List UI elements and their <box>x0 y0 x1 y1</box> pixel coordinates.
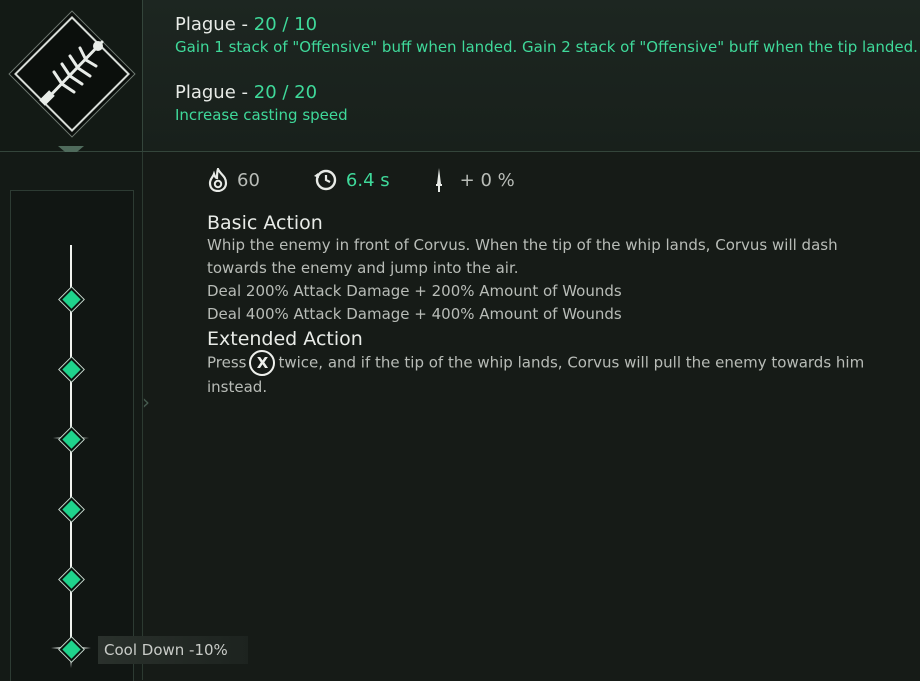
cooldown-clock-icon <box>313 169 337 191</box>
extended-action-press: Press <box>207 353 247 372</box>
skill-icon-frame[interactable] <box>0 0 143 151</box>
whip-icon <box>39 40 104 106</box>
skill-stats: 60 6.4 s + 0 % <box>207 166 515 194</box>
chevron-right-icon: › <box>142 390 150 414</box>
stat-dagger-value: + 0 % <box>459 169 515 191</box>
trait-1-level: 20 / 10 <box>253 14 318 35</box>
trait-2-name: Plague <box>175 82 236 103</box>
basic-action-damage-2: Deal 400% Attack Damage + 400% Amount of… <box>207 305 622 323</box>
stat-cooldown-value: 6.4 s <box>345 169 390 191</box>
extended-action-title: Extended Action <box>207 328 363 350</box>
dagger-icon <box>435 168 442 192</box>
trait-2: Plague - 20 / 20 Increase casting speed <box>175 82 348 124</box>
trait-1-desc: Gain 1 stack of "Offensive" buff when la… <box>175 38 918 56</box>
trait-2-title: Plague - 20 / 20 <box>175 82 348 103</box>
trait-1: Plague - 20 / 10 Gain 1 stack of "Offens… <box>175 14 918 56</box>
basic-action-damage-1: Deal 200% Attack Damage + 200% Amount of… <box>207 282 622 300</box>
extended-action-text: twice, and if the tip of the whip lands,… <box>207 353 865 397</box>
trait-2-level: 20 / 20 <box>253 82 318 103</box>
trait-1-name: Plague <box>175 14 236 35</box>
basic-action-title: Basic Action <box>207 212 323 234</box>
stat-dagger: + 0 % <box>434 167 515 193</box>
stat-flame-value: 60 <box>237 169 260 191</box>
extended-action-desc: Press Xtwice, and if the tip of the whip … <box>207 350 867 399</box>
basic-action-desc: Whip the enemy in front of Corvus. When … <box>207 236 838 277</box>
x-button-icon: X <box>249 350 276 376</box>
trait-1-title: Plague - 20 / 10 <box>175 14 918 35</box>
trait-2-desc: Increase casting speed <box>175 106 348 124</box>
trait-2-separator: - <box>235 82 254 103</box>
stat-cooldown: 6.4 s <box>312 168 390 192</box>
stat-flame: 60 <box>207 168 260 192</box>
skill-description: Basic Action Whip the enemy in front of … <box>207 212 867 399</box>
flame-icon <box>208 168 228 192</box>
trait-1-separator: - <box>235 14 254 35</box>
cooldown-node-label: Cool Down -10% <box>98 636 248 664</box>
